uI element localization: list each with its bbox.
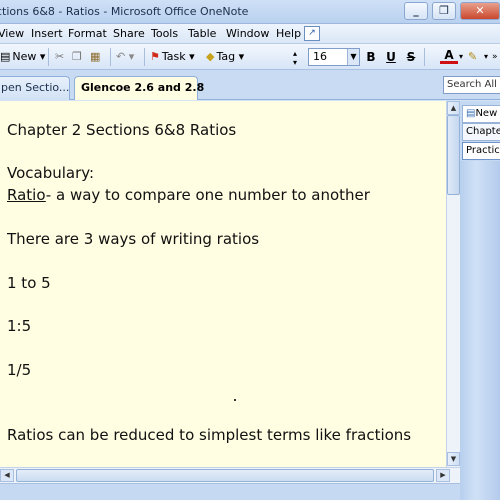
task-button[interactable]: ⚑ Task ▾	[150, 48, 195, 66]
restore-button[interactable]: ❐	[432, 2, 456, 20]
close-button[interactable]: ✕	[460, 2, 500, 20]
new-button[interactable]: ▤ New ▾	[0, 48, 45, 66]
toolbar-separator	[110, 48, 111, 66]
highlight-icon[interactable]: ✎	[468, 48, 477, 66]
tab-open-sections[interactable]: pen Sectio...	[0, 76, 70, 100]
overflow-icon[interactable]: »	[492, 48, 498, 66]
menu-help[interactable]: Help	[276, 27, 301, 40]
menu-window[interactable]: Window	[226, 27, 269, 40]
new-page-label: New P	[475, 108, 500, 119]
cut-icon[interactable]: ✂	[55, 48, 64, 66]
note-line: 1/5	[7, 361, 32, 379]
tag-icon: ◆	[206, 50, 215, 63]
note-line: 1 to 5	[7, 274, 51, 292]
menu-table[interactable]: Table	[188, 27, 216, 40]
menu-format[interactable]: Format	[68, 27, 107, 40]
title-bar: ctions 6&8 - Ratios - Microsoft Office O…	[0, 0, 500, 24]
tag-label: Tag	[216, 50, 236, 63]
menu-tools[interactable]: Tools	[151, 27, 178, 40]
scroll-left-icon[interactable]: ◀	[0, 469, 14, 482]
note-line: 1:5	[7, 317, 32, 335]
strikethrough-button[interactable]: S	[402, 48, 420, 66]
toolbar-separator	[144, 48, 145, 66]
scroll-thumb[interactable]	[447, 115, 460, 195]
scroll-down-icon[interactable]: ▼	[447, 452, 460, 466]
vertical-scrollbar[interactable]: ▲ ▼	[446, 101, 460, 467]
section-tab-row: pen Sectio... Glencoe 2.6 and 2.8	[0, 70, 500, 100]
menu-view[interactable]: View	[0, 27, 24, 40]
paste-icon[interactable]: ▦	[90, 48, 100, 66]
toolbar: ▤ New ▾ ✂ ❐ ▦ ↶ ▾ ⚑ Task ▾ ◆ Tag ▾ ▴ ▾ 16 ▼ …	[0, 44, 500, 70]
toolbar-separator	[48, 48, 49, 66]
flag-icon: ⚑	[150, 50, 160, 63]
horizontal-scroll-thumb[interactable]	[16, 469, 434, 482]
note-line: Ratios can be reduced to simplest terms …	[7, 426, 412, 444]
help-icon[interactable]: ↗	[304, 26, 320, 41]
toolbar-scroll-icon[interactable]: ▴ ▾	[293, 49, 297, 67]
menu-insert[interactable]: Insert	[31, 27, 63, 40]
new-page-icon: ▤	[0, 50, 11, 63]
undo-icon[interactable]: ↶ ▾	[116, 48, 134, 66]
horizontal-scrollbar[interactable]: ◀ ▶	[0, 467, 460, 483]
toolbar-separator	[424, 48, 425, 66]
font-size-select[interactable]: 16 ▼	[308, 48, 360, 66]
note-line: There are 3 ways of writing ratios	[7, 230, 260, 248]
page-tab-chapter[interactable]: Chapter	[462, 123, 500, 141]
page-tab-practice[interactable]: Practice	[462, 142, 500, 160]
task-label: Task	[161, 50, 186, 63]
tab-label: pen Sectio...	[1, 81, 70, 94]
window-title: ctions 6&8 - Ratios - Microsoft Office O…	[0, 5, 249, 18]
cursor-dot	[234, 399, 236, 401]
menu-share[interactable]: Share	[113, 27, 145, 40]
highlight-dropdown-icon[interactable]: ▾	[484, 48, 488, 66]
note-definition-line: Ratio- a way to compare one number to an…	[7, 186, 370, 204]
font-color-button[interactable]: A	[440, 48, 458, 64]
new-page-button[interactable]: ▤New P	[462, 105, 500, 123]
page-tabs-background	[460, 161, 500, 500]
note-term: Ratio	[7, 186, 46, 204]
status-bar	[0, 483, 460, 500]
bold-button[interactable]: B	[362, 48, 380, 66]
tab-glencoe[interactable]: Glencoe 2.6 and 2.8	[74, 76, 204, 100]
minimize-button[interactable]: _	[404, 2, 428, 20]
menu-bar: View Insert Format Share Tools Table Win…	[0, 24, 500, 44]
chevron-down-icon[interactable]: ▼	[347, 49, 359, 65]
tab-label: Glencoe 2.6 and 2.8	[81, 81, 205, 94]
copy-icon[interactable]: ❐	[72, 48, 82, 66]
search-input[interactable]: Search All N	[443, 76, 500, 94]
scroll-up-icon[interactable]: ▲	[447, 101, 460, 115]
note-line: Vocabulary:	[7, 164, 95, 182]
font-size-value: 16	[313, 50, 327, 63]
note-page[interactable]: Chapter 2 Sections 6&8 Ratios Vocabulary…	[0, 101, 448, 467]
note-title-line: Chapter 2 Sections 6&8 Ratios	[7, 121, 237, 139]
font-color-dropdown-icon[interactable]: ▾	[459, 48, 463, 66]
tag-button[interactable]: ◆ Tag ▾	[206, 48, 244, 66]
new-label: New	[12, 50, 37, 63]
scroll-right-icon[interactable]: ▶	[436, 469, 450, 482]
page-tabs-pane: ▤New P Chapter Practice	[460, 101, 500, 500]
note-definition: - a way to compare one number to another	[45, 186, 370, 204]
underline-button[interactable]: U	[382, 48, 400, 66]
